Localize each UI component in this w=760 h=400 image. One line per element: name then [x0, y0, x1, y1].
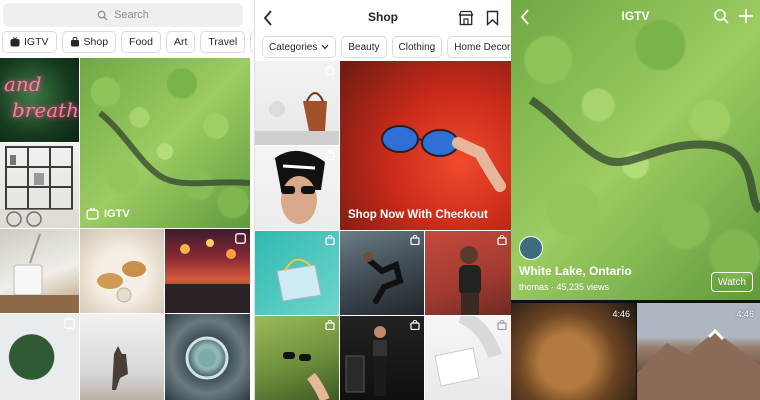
shop-feature-post[interactable]: Shop Now With Checkout [340, 61, 511, 230]
chip-label: Food [129, 36, 153, 48]
shopping-bag-icon [325, 65, 335, 75]
chip-art[interactable]: Art [165, 31, 196, 53]
search-icon[interactable] [713, 8, 729, 24]
igtv-panel: IGTV White Lake, Ontario thomas · 45,235… [511, 0, 760, 400]
carousel-badge-icon [64, 318, 75, 329]
chip-shop[interactable]: Shop [61, 31, 117, 53]
chevron-down-icon [321, 44, 329, 50]
explore-post-plant[interactable] [0, 314, 79, 400]
video-duration: 4:46 [612, 309, 630, 319]
search-placeholder: Search [114, 9, 149, 21]
explore-post-neon-sign[interactable]: and breathe [0, 58, 79, 142]
chip-categories[interactable]: Categories [262, 36, 337, 58]
explore-panel: Search IGTV Shop Food Art Travel Ar and … [0, 0, 254, 400]
shop-post-desk[interactable] [425, 316, 511, 400]
search-input[interactable]: Search [3, 3, 243, 27]
chip-igtv[interactable]: IGTV [2, 31, 57, 53]
creator-avatar[interactable] [519, 236, 543, 260]
shopping-bag-icon [410, 235, 420, 245]
igtv-video-player[interactable] [511, 0, 760, 300]
neon-text-line-1: and [4, 72, 42, 96]
igtv-thumbnail-mountain[interactable]: 4:46 [637, 303, 760, 400]
shop-post-red-wall-model[interactable] [425, 231, 511, 315]
storefront-icon[interactable] [458, 10, 474, 26]
shop-post-clear-bag[interactable] [255, 231, 339, 315]
chip-label: IGTV [24, 36, 49, 48]
feature-caption: Shop Now With Checkout [348, 209, 488, 221]
video-title: White Lake, Ontario [519, 264, 632, 278]
shop-header: Shop [255, 0, 511, 36]
explore-post-aerial-city[interactable] [165, 314, 250, 400]
explore-igtv-feature[interactable]: IGTV [80, 58, 250, 228]
sunglasses-illustration [381, 125, 506, 192]
shelf-illustration [0, 146, 79, 228]
chip-label: Categories [269, 41, 318, 53]
shop-category-chips: Categories Beauty Clothing Home Decor [262, 36, 511, 58]
shopping-bag-icon [325, 320, 335, 330]
chip-label: Clothing [398, 41, 436, 53]
dog-illustration [112, 346, 128, 390]
shopping-bag-icon [70, 37, 79, 47]
explore-topic-chips: IGTV Shop Food Art Travel Ar [2, 31, 254, 53]
explore-post-croissants[interactable] [80, 229, 164, 313]
shop-post-street-runner[interactable] [340, 231, 424, 315]
chip-label: Home Decor [454, 41, 511, 53]
chip-beauty[interactable]: Beauty [341, 36, 387, 58]
shop-post-handbag[interactable] [255, 61, 339, 145]
shopping-bag-icon [410, 320, 420, 330]
video-meta: thomas · 45,235 views [519, 282, 610, 292]
chip-label: Shop [83, 36, 109, 48]
igtv-header: IGTV [511, 0, 760, 34]
shopping-bag-icon [497, 320, 507, 330]
video-duration: 4:46 [736, 309, 754, 319]
tea-illustration [0, 233, 79, 313]
shop-post-palm-sunglasses[interactable] [255, 316, 339, 400]
chip-label: Travel [208, 36, 238, 48]
igtv-icon [86, 207, 99, 220]
chip-label: Art [173, 36, 188, 48]
shop-post-fitness[interactable] [340, 316, 424, 400]
igtv-tile-label: IGTV [104, 207, 130, 220]
shop-post-sunglasses-model[interactable] [255, 146, 339, 230]
chip-travel[interactable]: Travel [200, 31, 246, 53]
shopping-bag-icon [325, 235, 335, 245]
explore-post-shelf[interactable] [0, 143, 79, 228]
shopping-bag-icon [497, 235, 507, 245]
chip-food[interactable]: Food [121, 31, 161, 53]
shop-panel: Shop Categories Beauty Clothing Home Dec… [254, 0, 511, 400]
explore-post-dog[interactable] [80, 314, 164, 400]
bookmark-icon[interactable] [486, 10, 499, 26]
igtv-icon [10, 37, 20, 47]
watch-button[interactable]: Watch [711, 272, 753, 292]
igtv-tile-label-group: IGTV [86, 207, 130, 220]
chip-clothing[interactable]: Clothing [391, 36, 443, 58]
aerial-illustration [185, 336, 229, 380]
road-illustration [98, 110, 250, 187]
igtv-thumbnail-bread[interactable]: 4:46 [511, 303, 636, 400]
plus-icon[interactable] [738, 8, 754, 24]
neon-text-line-2: breathe [12, 98, 79, 122]
search-icon [97, 10, 108, 21]
chip-label: Beauty [348, 41, 380, 53]
road-illustration [528, 96, 760, 214]
explore-post-tea[interactable] [0, 229, 79, 313]
chip-home-decor[interactable]: Home Decor [447, 36, 511, 58]
explore-post-market[interactable] [165, 229, 250, 313]
croissant-illustration [97, 261, 146, 303]
shopping-bag-icon [325, 150, 335, 160]
video-badge-icon [235, 233, 246, 244]
